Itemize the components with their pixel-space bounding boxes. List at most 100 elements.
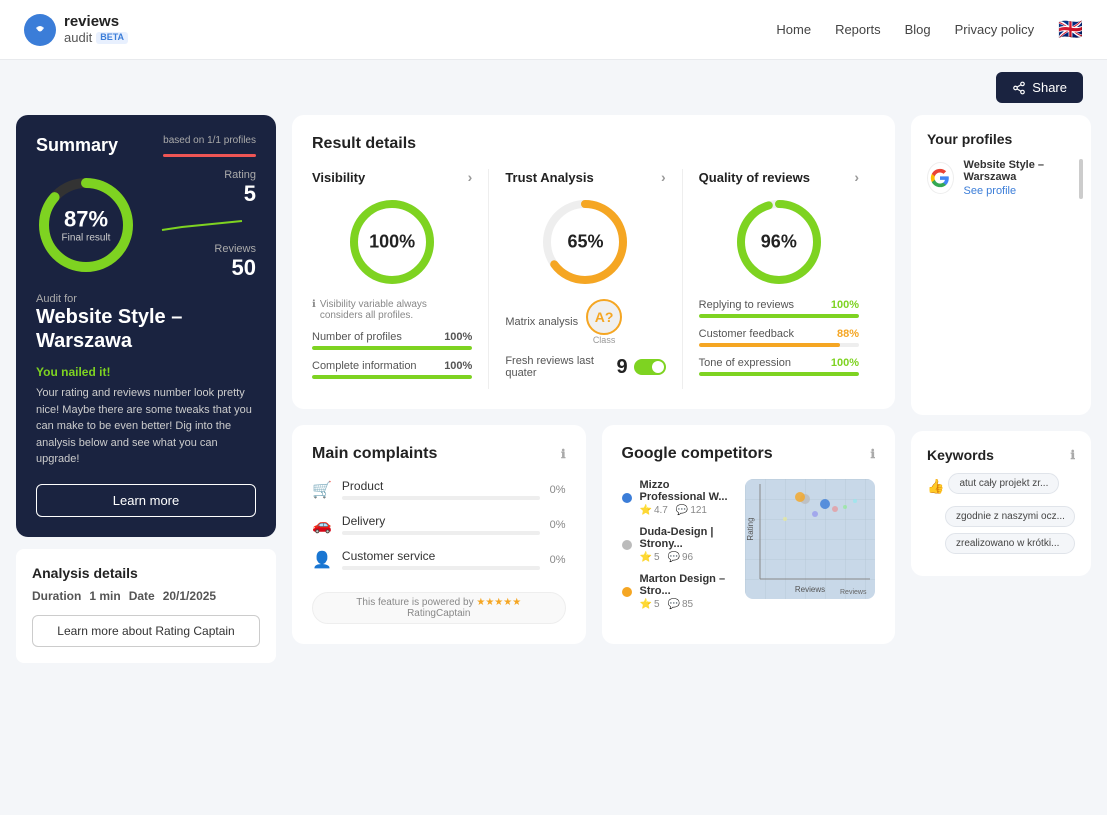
- quality-column: Quality of reviews › 96% Replying to rev…: [683, 169, 875, 389]
- comp-dot-2: [622, 540, 632, 550]
- num-profiles-metric: Number of profiles 100%: [312, 331, 472, 350]
- product-icon: 🛒: [312, 480, 332, 500]
- trust-pct: 65%: [567, 232, 603, 253]
- result-details-card: Result details Visibility › 100%: [292, 115, 895, 409]
- scrollbar-thumb[interactable]: [1079, 159, 1083, 199]
- profile-name-1: Website Style – Warszawa: [964, 159, 1075, 183]
- visibility-circle: 100%: [347, 197, 437, 287]
- visibility-col-title: Visibility ›: [312, 169, 472, 185]
- feedback-metric: Customer feedback 88%: [699, 328, 859, 347]
- based-on-text: based on 1/1 profiles: [163, 135, 256, 146]
- comp-stats-1: ⭐ 4.7 💬 121: [640, 505, 734, 516]
- trust-column: Trust Analysis › 65% Matrix analysis: [489, 169, 682, 389]
- comp-stats-2: ⭐ 5 💬 96: [640, 552, 734, 563]
- comp-dot-1: [622, 493, 632, 503]
- company-name: Website Style – Warszawa: [36, 305, 256, 353]
- powered-badge: This feature is powered by ★★★★★ RatingC…: [312, 592, 566, 624]
- see-profile-link[interactable]: See profile: [964, 185, 1075, 197]
- rating-bar: [163, 154, 256, 157]
- comp-name-2: Duda-Design | Strony...: [640, 526, 734, 550]
- share-button[interactable]: Share: [996, 72, 1083, 103]
- sub-header: Share: [0, 60, 1107, 115]
- powered-stars: ★★★★★: [476, 597, 521, 608]
- competitor-1: Mizzo Professional W... ⭐ 4.7 💬 121: [622, 479, 734, 516]
- nav-home[interactable]: Home: [776, 22, 811, 37]
- keyword-tag-3: zrealizowano w krótki...: [945, 533, 1075, 554]
- nav-blog[interactable]: Blog: [905, 22, 931, 37]
- summary-card: Summary based on 1/1 profiles 87% Final …: [16, 115, 276, 537]
- keywords-card: Keywords ℹ 👍 atut cały projekt zr... zgo…: [911, 431, 1091, 576]
- left-panel: Summary based on 1/1 profiles 87% Final …: [16, 115, 276, 663]
- quality-arrow[interactable]: ›: [854, 169, 859, 185]
- complaint-product-info: Product: [342, 479, 540, 500]
- duration-value: 1 min: [89, 589, 120, 603]
- replying-metric: Replying to reviews 100%: [699, 299, 859, 318]
- competitors-title: Google competitors ℹ: [622, 445, 876, 463]
- complaint-cs-info: Customer service: [342, 549, 540, 570]
- main-nav: Home Reports Blog Privacy policy 🇬🇧: [776, 17, 1083, 42]
- delivery-name: Delivery: [342, 514, 540, 528]
- fresh-reviews-row: Fresh reviews last quater 9: [505, 355, 665, 379]
- competitors-info-icon[interactable]: ℹ: [870, 447, 875, 461]
- reviews-block: Reviews 50: [148, 243, 256, 281]
- analysis-details-row: Duration 1 min Date 20/1/2025: [32, 589, 260, 603]
- date-label: Date: [129, 589, 155, 603]
- share-label: Share: [1032, 80, 1067, 95]
- powered-by-section: This feature is powered by ★★★★★ RatingC…: [312, 584, 566, 624]
- right-panel: Your profiles Website Style –: [911, 115, 1091, 663]
- matrix-badge: A?: [586, 299, 622, 335]
- comp-info-1: Mizzo Professional W... ⭐ 4.7 💬 121: [640, 479, 734, 516]
- complaints-info-icon[interactable]: ℹ: [561, 447, 566, 461]
- comp-name-3: Marton Design – Stro...: [640, 573, 734, 597]
- visibility-arrow[interactable]: ›: [468, 169, 473, 185]
- rating-value: 5: [148, 181, 256, 207]
- svg-text:Rating: Rating: [746, 517, 755, 540]
- beta-badge: BETA: [96, 32, 128, 44]
- complaints-card: Main complaints ℹ 🛒 Product 0% 🚗 D: [292, 425, 586, 644]
- keyword-tag-1-wrap: 👍 atut cały projekt zr...: [927, 473, 1075, 500]
- score-label: Final result: [62, 233, 111, 244]
- competitors-card: Google competitors ℹ Mizzo Professional …: [602, 425, 896, 644]
- score-section: 87% Final result Rating 5 R: [36, 169, 256, 281]
- replying-bar: [699, 314, 859, 318]
- learn-more-button[interactable]: Learn more: [36, 484, 256, 517]
- center-panel: Result details Visibility › 100%: [292, 115, 895, 663]
- profile-item-1: Website Style – Warszawa See profile: [927, 159, 1075, 197]
- logo-icon: [24, 14, 56, 46]
- quality-circle: 96%: [734, 197, 824, 287]
- keyword-tag-1: atut cały projekt zr...: [948, 473, 1059, 494]
- feedback-bar: [699, 343, 859, 347]
- trust-circle: 65%: [540, 197, 630, 287]
- nav-reports[interactable]: Reports: [835, 22, 881, 37]
- fresh-toggle[interactable]: [634, 359, 666, 375]
- complaint-product: 🛒 Product 0%: [312, 479, 566, 500]
- summary-title: Summary: [36, 135, 118, 156]
- complaint-delivery-info: Delivery: [342, 514, 540, 535]
- trust-arrow[interactable]: ›: [661, 169, 666, 185]
- svg-text:Reviews: Reviews: [795, 585, 825, 594]
- thumbs-up-icon: 👍: [927, 478, 944, 495]
- profiles-card: Your profiles Website Style –: [911, 115, 1091, 415]
- date-value: 20/1/2025: [163, 589, 216, 603]
- complete-info-metric: Complete information 100%: [312, 360, 472, 379]
- product-pct: 0%: [550, 484, 566, 496]
- svg-text:Reviews: Reviews: [840, 589, 867, 596]
- complaints-title: Main complaints ℹ: [312, 445, 566, 463]
- google-logo: [927, 162, 954, 194]
- learn-rating-captain-button[interactable]: Learn more about Rating Captain: [32, 615, 260, 647]
- delivery-icon: 🚗: [312, 515, 332, 535]
- result-details-title: Result details: [312, 135, 875, 153]
- reviews-value: 50: [148, 255, 256, 281]
- nav-privacy[interactable]: Privacy policy: [955, 22, 1034, 37]
- tone-metric: Tone of expression 100%: [699, 357, 859, 376]
- toggle-knob: [652, 361, 664, 373]
- score-center: 87% Final result: [62, 207, 111, 244]
- competitor-3: Marton Design – Stro... ⭐ 5 💬 85: [622, 573, 734, 610]
- nailed-desc-text: Your rating and reviews number look pret…: [36, 385, 256, 468]
- logo-audit-text: audit BETA: [64, 31, 128, 45]
- keywords-info-icon[interactable]: ℹ: [1070, 448, 1075, 462]
- language-flag[interactable]: 🇬🇧: [1058, 17, 1083, 42]
- score-donut: 87% Final result: [36, 175, 136, 275]
- customer-service-icon: 👤: [312, 550, 332, 570]
- num-profiles-bar: [312, 346, 472, 350]
